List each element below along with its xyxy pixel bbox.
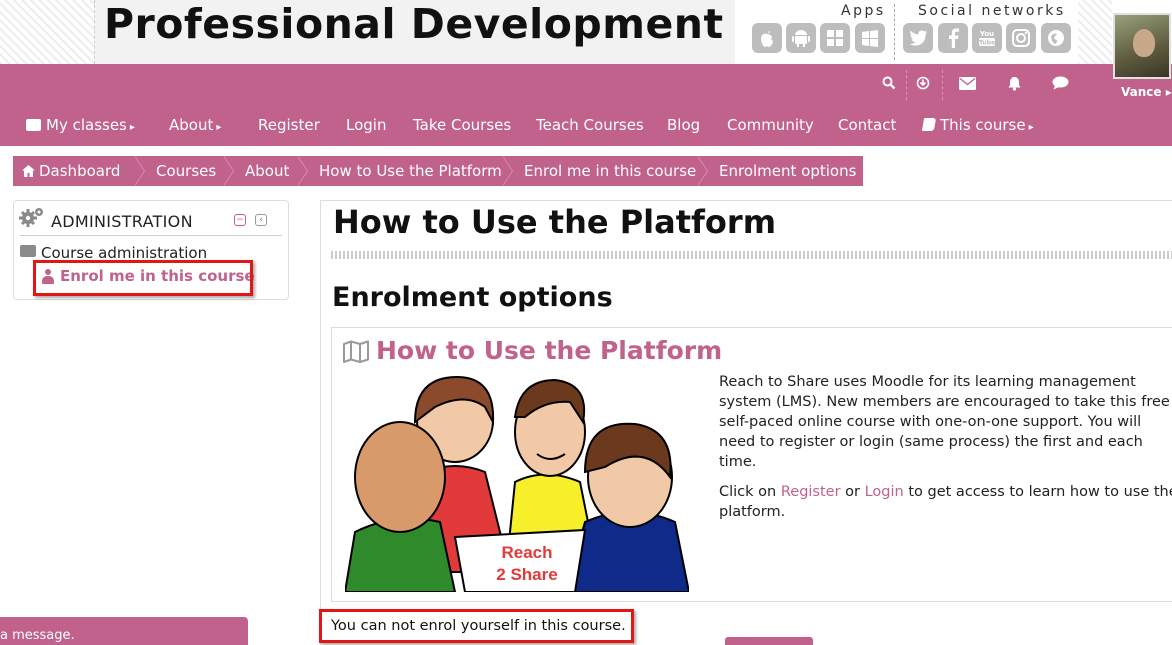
download-icon[interactable] [913, 76, 933, 94]
title-separator [331, 251, 1172, 259]
caret-right-icon: ▸ [216, 122, 222, 133]
user-menu-toggle[interactable]: Vance ▸ [1121, 85, 1172, 99]
breadcrumb-course[interactable]: How to Use the Platform [319, 162, 502, 180]
menu-community[interactable]: Community [727, 116, 814, 134]
section-title: Enrolment options [332, 282, 613, 313]
bell-icon[interactable] [1004, 76, 1024, 95]
instagram-icon[interactable] [1006, 23, 1036, 53]
folder-open-icon [20, 245, 36, 257]
breadcrumb-separator [297, 156, 310, 186]
highlight-box-notice [319, 609, 634, 643]
svg-text:Tube: Tube [979, 40, 995, 47]
chat-icon[interactable] [1050, 76, 1070, 94]
summary-text: Click on [719, 484, 781, 500]
map-icon [342, 340, 370, 364]
message-prompt: a message. [0, 628, 75, 643]
page: Professional Development Apps Social net… [0, 0, 1172, 645]
breadcrumb-about[interactable]: About [245, 162, 289, 180]
breadcrumb-separator [502, 156, 515, 186]
course-summary: Reach to Share uses Moodle for its learn… [719, 372, 1172, 532]
util-separator [906, 70, 907, 100]
menu-login[interactable]: Login [346, 116, 386, 134]
menu-about[interactable]: About ▸ [169, 116, 221, 134]
windows-store-icon[interactable] [855, 23, 885, 53]
util-separator [942, 70, 943, 100]
menu-register[interactable]: Register [258, 116, 320, 134]
avatar-face [1133, 29, 1155, 57]
breadcrumb-enrol[interactable]: Enrol me in this course [524, 162, 696, 180]
summary-paragraph: Reach to Share uses Moodle for its learn… [719, 374, 1170, 470]
web-icon[interactable] [1041, 23, 1071, 53]
menu-teach-courses[interactable]: Teach Courses [536, 116, 644, 134]
breadcrumb-enrolment-options[interactable]: Enrolment options [719, 162, 856, 180]
windows-icon[interactable] [820, 23, 850, 53]
course-illustration: Reach 2 Share [343, 372, 691, 593]
continue-button[interactable] [725, 637, 813, 645]
apps-label: Apps [841, 3, 886, 19]
twitter-icon[interactable] [903, 23, 933, 53]
highlight-box-enrol [33, 260, 253, 296]
facebook-icon[interactable] [938, 23, 968, 53]
breadcrumb-separator [223, 156, 236, 186]
book-icon [921, 118, 937, 131]
header-divider [894, 4, 895, 60]
menu-this-course[interactable]: This course ▸ [921, 116, 1034, 134]
menu-label: My classes [46, 116, 127, 134]
home-icon [22, 163, 35, 181]
youtube-icon[interactable]: You Tube [972, 23, 1002, 53]
social-networks-label: Social networks [918, 3, 1066, 19]
gears-icon [19, 206, 45, 234]
header-pattern-right [1078, 0, 1112, 64]
breadcrumb-dashboard[interactable]: Dashboard [22, 162, 120, 181]
mail-icon[interactable] [957, 76, 977, 94]
svg-text:You: You [979, 30, 994, 38]
search-icon[interactable] [879, 76, 899, 94]
menu-blog[interactable]: Blog [667, 116, 700, 134]
menu-contact[interactable]: Contact [838, 116, 896, 134]
apple-icon[interactable] [752, 23, 782, 53]
page-title: How to Use the Platform [333, 203, 777, 241]
breadcrumb-label: Dashboard [39, 162, 121, 180]
breadcrumb-separator [134, 156, 147, 186]
breadcrumb-separator [697, 156, 710, 186]
menu-take-courses[interactable]: Take Courses [413, 116, 511, 134]
summary-paragraph-2: Click on Register or Login to get access… [719, 482, 1172, 522]
caret-right-icon: ▸ [1028, 122, 1034, 133]
login-link[interactable]: Login [865, 484, 904, 500]
briefcase-icon [26, 119, 41, 131]
breadcrumb-courses[interactable]: Courses [156, 162, 216, 180]
course-name-link[interactable]: How to Use the Platform [376, 336, 722, 365]
android-icon[interactable] [786, 23, 816, 53]
menu-label: This course [940, 116, 1026, 134]
site-title[interactable]: Professional Development [104, 0, 724, 48]
header-pattern-left [0, 0, 95, 64]
sign-line-1: Reach [501, 543, 552, 562]
caret-right-icon: ▸ [129, 122, 135, 133]
register-link[interactable]: Register [781, 484, 841, 500]
collapse-icon[interactable]: − [234, 214, 246, 226]
sign-line-2: 2 Share [496, 565, 557, 584]
administration-title: ADMINISTRATION [51, 212, 193, 231]
admin-divider [20, 235, 282, 236]
user-avatar[interactable] [1113, 13, 1171, 79]
menu-label: About [169, 116, 214, 134]
menu-my-classes[interactable]: My classes ▸ [26, 116, 135, 134]
dock-icon[interactable]: ‹ [255, 214, 267, 226]
summary-text: or [840, 484, 865, 500]
